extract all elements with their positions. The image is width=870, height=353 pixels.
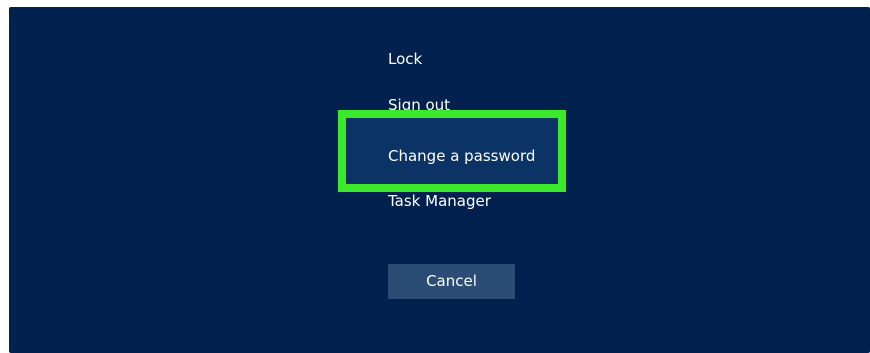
lock-option[interactable]: Lock [388,49,422,69]
cancel-button[interactable]: Cancel [388,264,515,299]
task-manager-option[interactable]: Task Manager [388,191,491,211]
security-options-screen: Lock Sign out Task Manager Change a pass… [9,7,870,353]
change-password-label: Change a password [388,147,536,165]
change-password-option[interactable]: Change a password [338,110,566,192]
